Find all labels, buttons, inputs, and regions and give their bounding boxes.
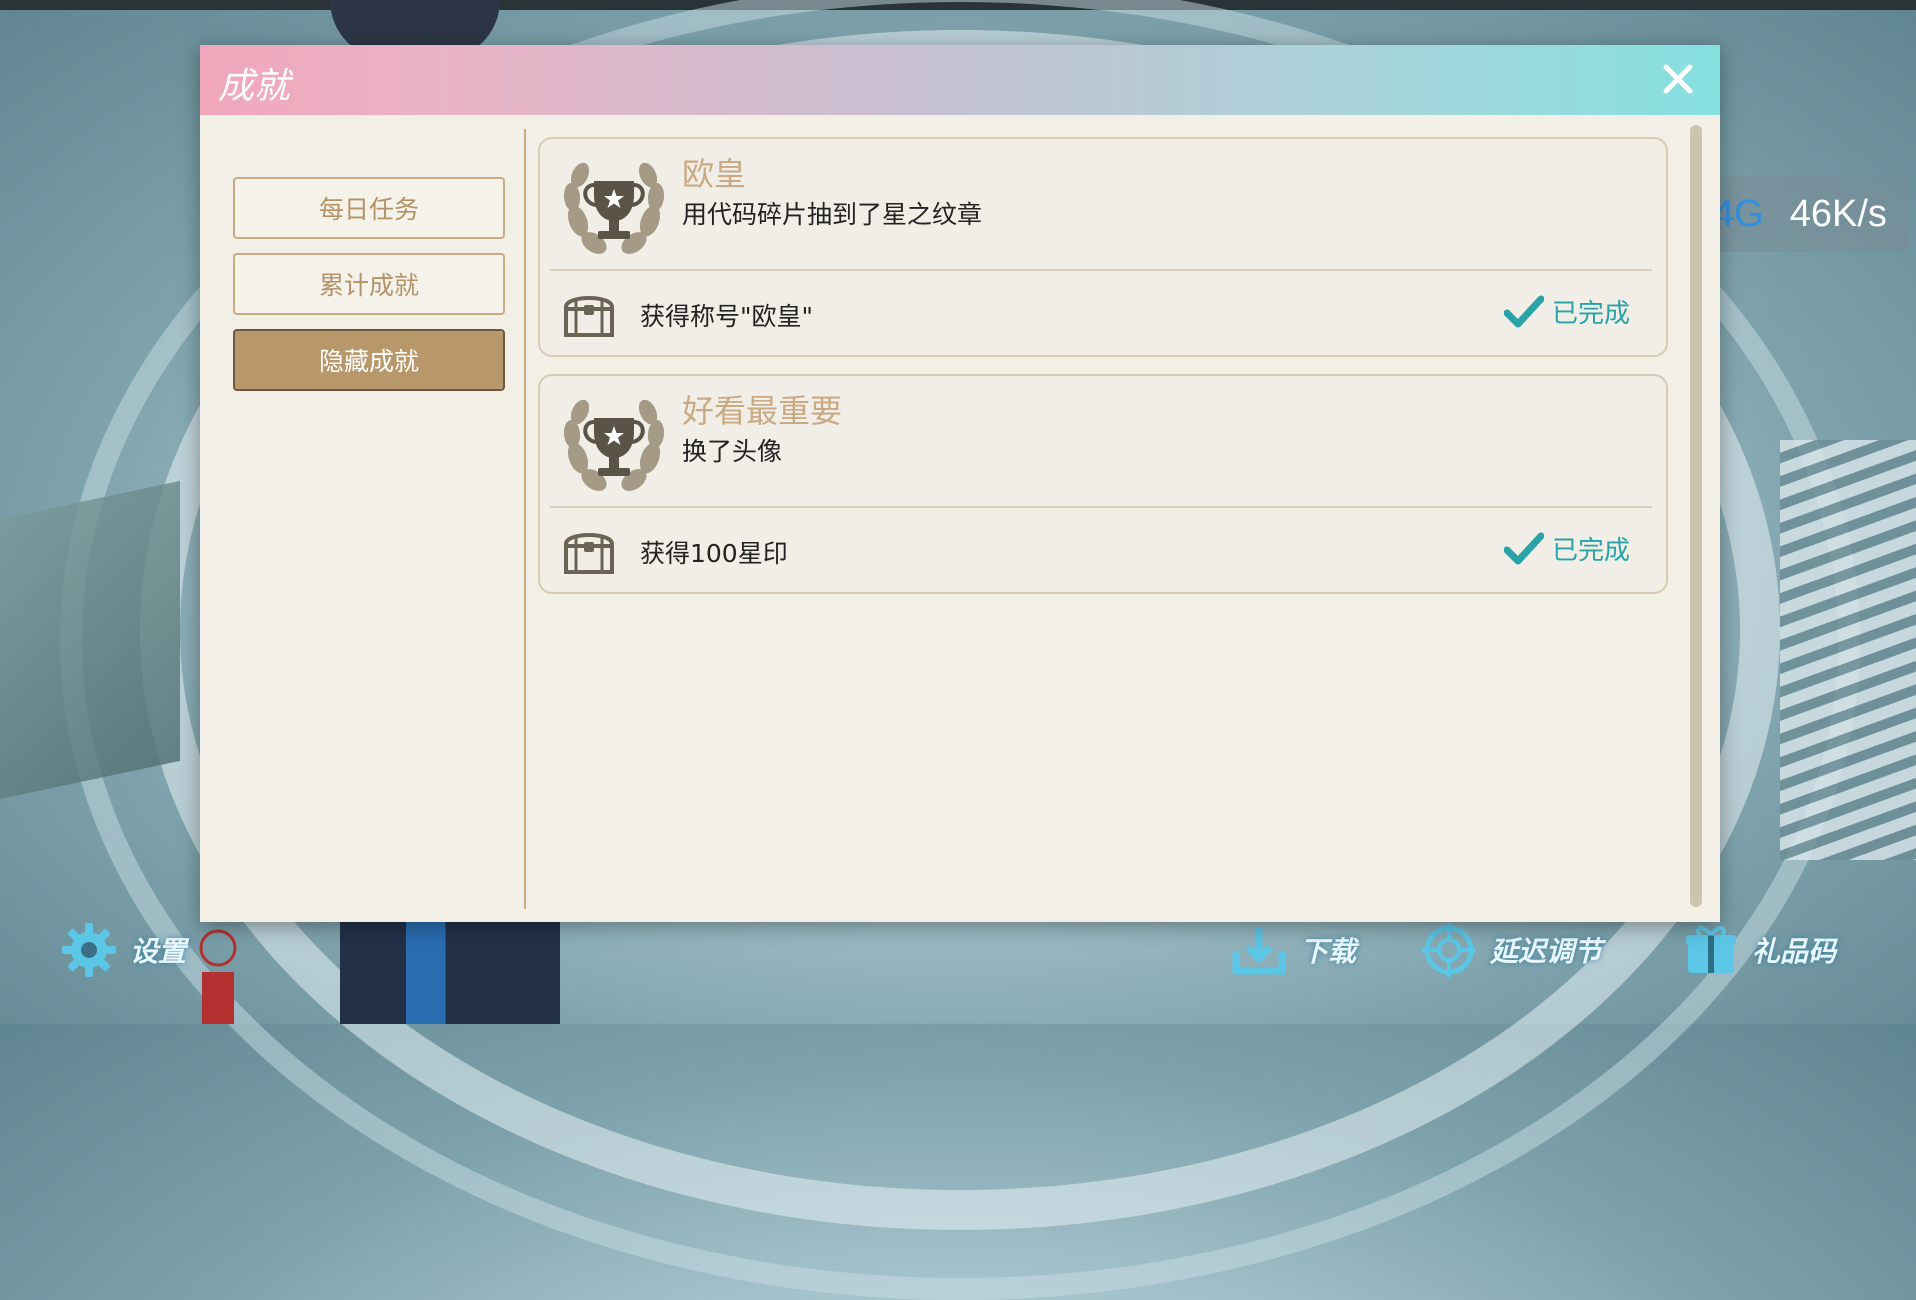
completion-status: 已完成 — [1503, 293, 1630, 330]
tab-hidden-achievements[interactable]: 隐藏成就 — [233, 329, 505, 391]
card-divider — [550, 269, 1652, 271]
tab-label: 累计成就 — [318, 271, 419, 300]
settings-label: 设置 — [130, 935, 187, 968]
achievement-card: 欧皇 用代码碎片抽到了星之纹章 获得称号"欧皇" 已完成 — [538, 137, 1668, 357]
background-left-structure — [0, 480, 180, 800]
trophy-laurel-icon — [563, 399, 665, 491]
latency-button[interactable]: 延迟调节 — [1420, 920, 1602, 980]
download-label: 下载 — [1300, 935, 1357, 968]
status-label: 已完成 — [1551, 536, 1630, 566]
achievement-title: 好看最重要 — [682, 392, 843, 430]
tab-label: 每日任务 — [318, 195, 419, 224]
network-indicator: 4G 46K/s — [1695, 176, 1909, 252]
network-type: 4G — [1713, 192, 1764, 235]
tab-cumulative-achievements[interactable]: 累计成就 — [233, 253, 505, 315]
sidebar-divider — [524, 129, 526, 909]
treasure-chest-icon — [564, 296, 614, 337]
achievement-reward: 获得100星印 — [640, 539, 788, 568]
gear-icon — [60, 921, 118, 979]
achievement-description: 用代码碎片抽到了星之纹章 — [682, 200, 983, 229]
completion-status: 已完成 — [1503, 530, 1630, 567]
logo-seal — [199, 929, 237, 1024]
dialog-header: 成就 — [200, 45, 1720, 115]
gift-icon — [1682, 921, 1740, 979]
background-right-stairs — [1780, 440, 1916, 860]
close-button[interactable] — [1658, 59, 1698, 99]
background-character-legs — [340, 920, 560, 1024]
gift-code-button[interactable]: 礼品码 — [1682, 920, 1836, 980]
card-divider — [550, 506, 1652, 508]
latency-label: 延迟调节 — [1490, 935, 1603, 968]
tab-label: 隐藏成就 — [318, 347, 419, 376]
tab-sidebar: 每日任务 累计成就 隐藏成就 — [200, 115, 526, 922]
treasure-chest-icon — [564, 533, 614, 574]
achievements-dialog: 成就 每日任务 累计成就 隐藏成就 欧皇 用代码碎片抽到了星之纹章 获得称号"欧… — [200, 45, 1720, 922]
trophy-laurel-icon — [563, 162, 665, 254]
network-speed: 46K/s — [1789, 192, 1887, 235]
status-label: 已完成 — [1551, 299, 1630, 329]
achievement-description: 换了头像 — [682, 437, 783, 466]
checkmark-icon — [1503, 532, 1544, 564]
crosshair-icon — [1420, 921, 1478, 979]
download-button[interactable]: 下载 — [1230, 920, 1356, 980]
achievement-reward: 获得称号"欧皇" — [640, 302, 813, 331]
gift-code-label: 礼品码 — [1752, 935, 1837, 968]
settings-button[interactable]: 设置 — [60, 920, 186, 980]
dialog-title: 成就 — [218, 66, 291, 107]
download-icon — [1230, 921, 1288, 979]
close-icon — [1663, 64, 1693, 94]
list-scrollbar-thumb[interactable] — [1690, 125, 1702, 907]
achievement-title: 欧皇 — [682, 155, 747, 193]
tab-daily-tasks[interactable]: 每日任务 — [233, 177, 505, 239]
achievement-card: 好看最重要 换了头像 获得100星印 已完成 — [538, 374, 1668, 594]
checkmark-icon — [1503, 295, 1544, 327]
achievement-list: 欧皇 用代码碎片抽到了星之纹章 获得称号"欧皇" 已完成 好看最重要 换了头像 … — [538, 137, 1668, 611]
